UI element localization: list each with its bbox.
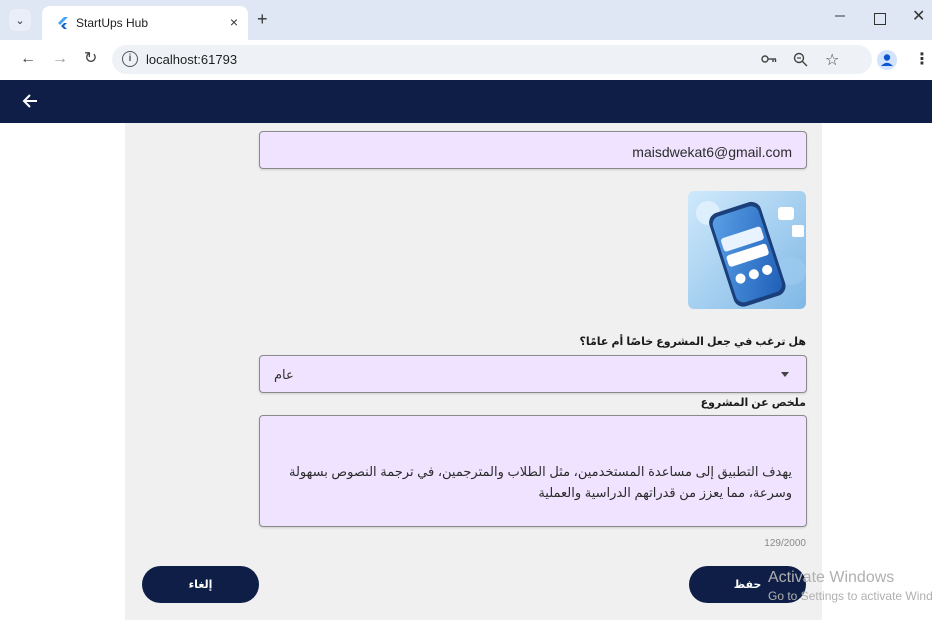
email-field[interactable]: maisdwekat6@gmail.com: [259, 131, 807, 169]
summary-label: ملخص عن المشروع: [700, 397, 806, 409]
profile-icon[interactable]: [877, 50, 897, 70]
reload-icon[interactable]: ↻: [84, 51, 97, 67]
back-icon[interactable]: ←: [20, 51, 36, 67]
window-close-icon[interactable]: ✕: [912, 6, 925, 26]
new-tab-button[interactable]: +: [257, 10, 268, 28]
url-text: localhost:61793: [146, 52, 238, 67]
app-bar: [0, 80, 932, 123]
email-value: maisdwekat6@gmail.com: [632, 144, 792, 160]
info-icon[interactable]: i: [122, 51, 138, 67]
tab-dropdown-icon[interactable]: ⌄: [9, 9, 31, 31]
minimize-icon[interactable]: [834, 10, 846, 22]
visibility-value: عام: [274, 367, 294, 382]
menu-icon[interactable]: ⋮: [914, 49, 930, 69]
arrow-left-icon[interactable]: [22, 93, 38, 109]
summary-text: يهدف التطبيق إلى مساعدة المستخدمين، مثل …: [288, 464, 792, 500]
watermark-line-1: Activate Windows: [768, 569, 895, 586]
cancel-button[interactable]: إلغاء: [142, 566, 259, 603]
browser-tab-strip: ⌄ StartUps Hub × + ✕: [0, 0, 932, 40]
url-bar[interactable]: i localhost:61793 ☆: [112, 45, 872, 74]
password-key-icon[interactable]: [761, 53, 777, 65]
address-bar-row: ← → ↻ i localhost:61793 ☆ ⋮: [0, 40, 932, 80]
project-image[interactable]: [688, 191, 806, 309]
maximize-icon[interactable]: [874, 13, 886, 25]
char-counter: 129/2000: [764, 538, 806, 549]
visibility-dropdown[interactable]: عام: [259, 355, 807, 393]
forward-icon[interactable]: →: [52, 51, 68, 67]
visibility-label: هل ترغب في جعل المشروع خاصًا أم عامًا؟: [579, 336, 806, 348]
dropdown-arrow-icon: [781, 372, 789, 377]
flutter-favicon-icon: [58, 17, 68, 29]
star-icon[interactable]: ☆: [825, 50, 839, 70]
zoom-icon[interactable]: [793, 52, 808, 67]
summary-textarea[interactable]: يهدف التطبيق إلى مساعدة المستخدمين، مثل …: [259, 415, 807, 527]
tab-title: StartUps Hub: [76, 16, 149, 30]
watermark-line-2: Go to Settings to activate Windows.: [768, 589, 932, 603]
tab-close-icon[interactable]: ×: [230, 14, 238, 30]
browser-tab[interactable]: StartUps Hub ×: [42, 6, 248, 40]
activate-windows-watermark: Activate Windows Go to Settings to activ…: [768, 569, 932, 603]
